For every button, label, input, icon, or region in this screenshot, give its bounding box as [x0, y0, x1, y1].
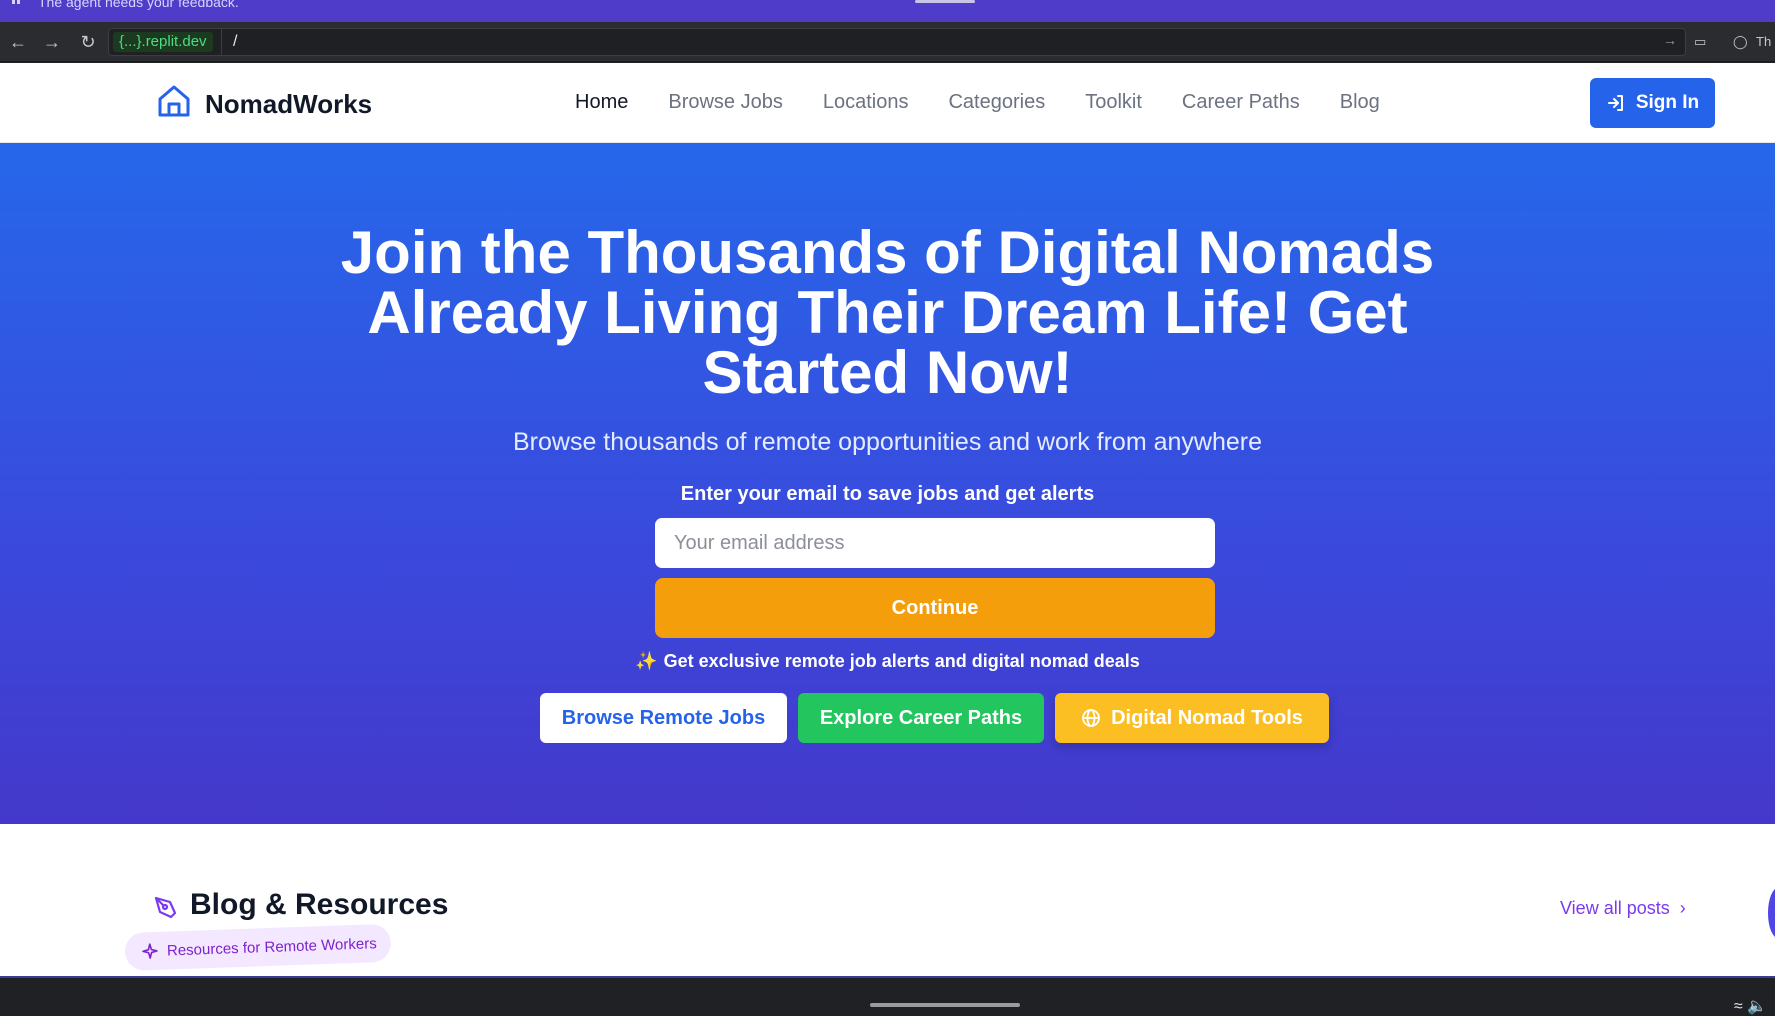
back-arrow-icon[interactable]: ← — [6, 30, 30, 54]
go-arrow-icon[interactable]: → — [1663, 32, 1677, 48]
main-nav: Home Browse Jobs Locations Categories To… — [575, 91, 1420, 114]
pause-icon — [10, 0, 22, 6]
reload-icon[interactable]: ↻ — [76, 30, 100, 54]
continue-button[interactable]: Continue — [655, 578, 1215, 638]
browse-remote-jobs-button[interactable]: Browse Remote Jobs — [540, 693, 787, 743]
page-viewport: NomadWorks Home Browse Jobs Locations Ca… — [0, 63, 1775, 976]
perk-label: Get exclusive remote job alerts and digi… — [663, 651, 1140, 671]
system-bar: ≈ 🔈 — [0, 976, 1775, 1016]
view-all-posts-label: View all posts — [1560, 898, 1670, 918]
url-divider — [221, 29, 222, 55]
nav-home[interactable]: Home — [575, 91, 628, 114]
nav-career-paths[interactable]: Career Paths — [1182, 91, 1300, 114]
nav-locations[interactable]: Locations — [823, 91, 909, 114]
view-all-posts-link[interactable]: View all posts › — [1560, 898, 1686, 919]
pen-tool-icon — [154, 896, 177, 919]
hero-title: Join the Thousands of Digital Nomads Alr… — [340, 219, 1435, 406]
sign-in-label: Sign In — [1635, 92, 1700, 113]
site-header: NomadWorks Home Browse Jobs Locations Ca… — [0, 63, 1775, 143]
drag-handle[interactable] — [915, 0, 975, 3]
floating-widget[interactable] — [1768, 888, 1775, 938]
forward-arrow-icon[interactable]: → — [40, 30, 64, 54]
perk-text: ✨ Get exclusive remote job alerts and dig… — [500, 651, 1275, 672]
nav-blog[interactable]: Blog — [1340, 91, 1380, 114]
blog-section-title: Blog & Resources — [190, 888, 449, 921]
address-bar[interactable]: {...}.replit.dev / → — [108, 28, 1686, 56]
agent-feedback-text: The agent needs your feedback. — [38, 0, 239, 10]
nav-toolkit[interactable]: Toolkit — [1085, 91, 1142, 114]
cta-row: Browse Remote Jobs Explore Career Paths … — [540, 693, 1329, 743]
theme-icon[interactable]: ◯ — [1733, 30, 1748, 54]
wifi-volume-icons[interactable]: ≈ 🔈 — [1734, 996, 1767, 1016]
nav-browse-jobs[interactable]: Browse Jobs — [668, 91, 783, 114]
digital-nomad-tools-label: Digital Nomad Tools — [1111, 706, 1303, 729]
resources-badge-label: Resources for Remote Workers — [166, 934, 377, 960]
digital-nomad-tools-button[interactable]: Digital Nomad Tools — [1055, 693, 1329, 743]
globe-icon — [1082, 709, 1100, 727]
agent-feedback-bar[interactable]: The agent needs your feedback. — [0, 0, 1775, 22]
brand-name[interactable]: NomadWorks — [205, 89, 372, 120]
hero-subtitle: Browse thousands of remote opportunities… — [513, 428, 1262, 456]
home-handle[interactable] — [870, 1003, 1020, 1007]
sparkles-badge-icon — [142, 943, 158, 959]
explore-career-paths-button[interactable]: Explore Career Paths — [798, 693, 1044, 743]
url-path[interactable]: / — [233, 33, 237, 51]
sign-in-button[interactable]: Sign In — [1590, 78, 1715, 128]
url-host: {...}.replit.dev — [113, 32, 213, 52]
nav-categories[interactable]: Categories — [948, 91, 1045, 114]
devices-icon[interactable]: ▭ — [1694, 30, 1706, 54]
hero-section: Join the Thousands of Digital Nomads Alr… — [0, 143, 1775, 824]
toolbar-right-label[interactable]: Th — [1756, 30, 1771, 54]
email-label: Enter your email to save jobs and get al… — [680, 483, 1095, 505]
chevron-right-icon: › — [1679, 898, 1686, 918]
browser-toolbar: ← → ↻ {...}.replit.dev / → ▭ ◯ Th — [0, 22, 1775, 62]
sign-in-icon — [1607, 95, 1623, 111]
resources-badge: Resources for Remote Workers — [124, 923, 392, 971]
email-input[interactable] — [655, 518, 1215, 568]
sparkles-icon: ✨ — [635, 651, 658, 671]
home-logo-icon[interactable] — [156, 83, 192, 119]
